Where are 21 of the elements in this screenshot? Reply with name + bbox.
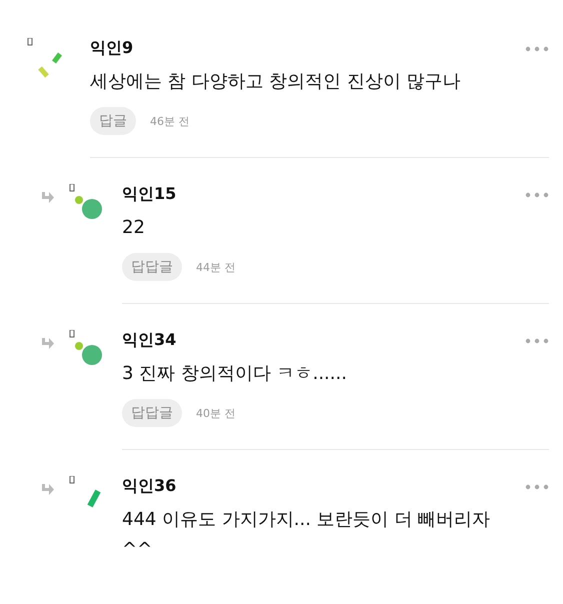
author-name: 익인34 [122,330,176,351]
reply-arrow-icon [40,338,54,350]
reply-arrow-icon [40,192,54,204]
comment-text: 22 [122,216,146,240]
reply-arrow-icon [40,484,54,496]
comment-text: 444 이유도 가지가지... 보란듯이 더 빼버리자 ^^ [122,508,492,562]
comment-text: 3 진짜 창의적이다 ㅋㅎ...... [122,362,348,386]
reply-button[interactable]: 답답글 [122,253,182,281]
author-name: 익인9 [90,38,134,59]
more-icon[interactable] [525,192,549,198]
comment-text: 세상에는 참 다양하고 창의적인 진상이 많구나 [90,70,462,94]
comment-time: 44분 전 [196,260,236,274]
author-name: 익인36 [122,476,176,497]
comment-time: 46분 전 [150,114,190,128]
reply-button[interactable]: 답답글 [122,399,182,427]
reply-button[interactable]: 답글 [90,107,136,135]
more-icon[interactable] [525,338,549,344]
comment-time: 40분 전 [196,406,236,420]
author-name: 익인15 [122,184,176,205]
more-icon[interactable] [525,484,549,490]
more-icon[interactable] [525,46,549,52]
